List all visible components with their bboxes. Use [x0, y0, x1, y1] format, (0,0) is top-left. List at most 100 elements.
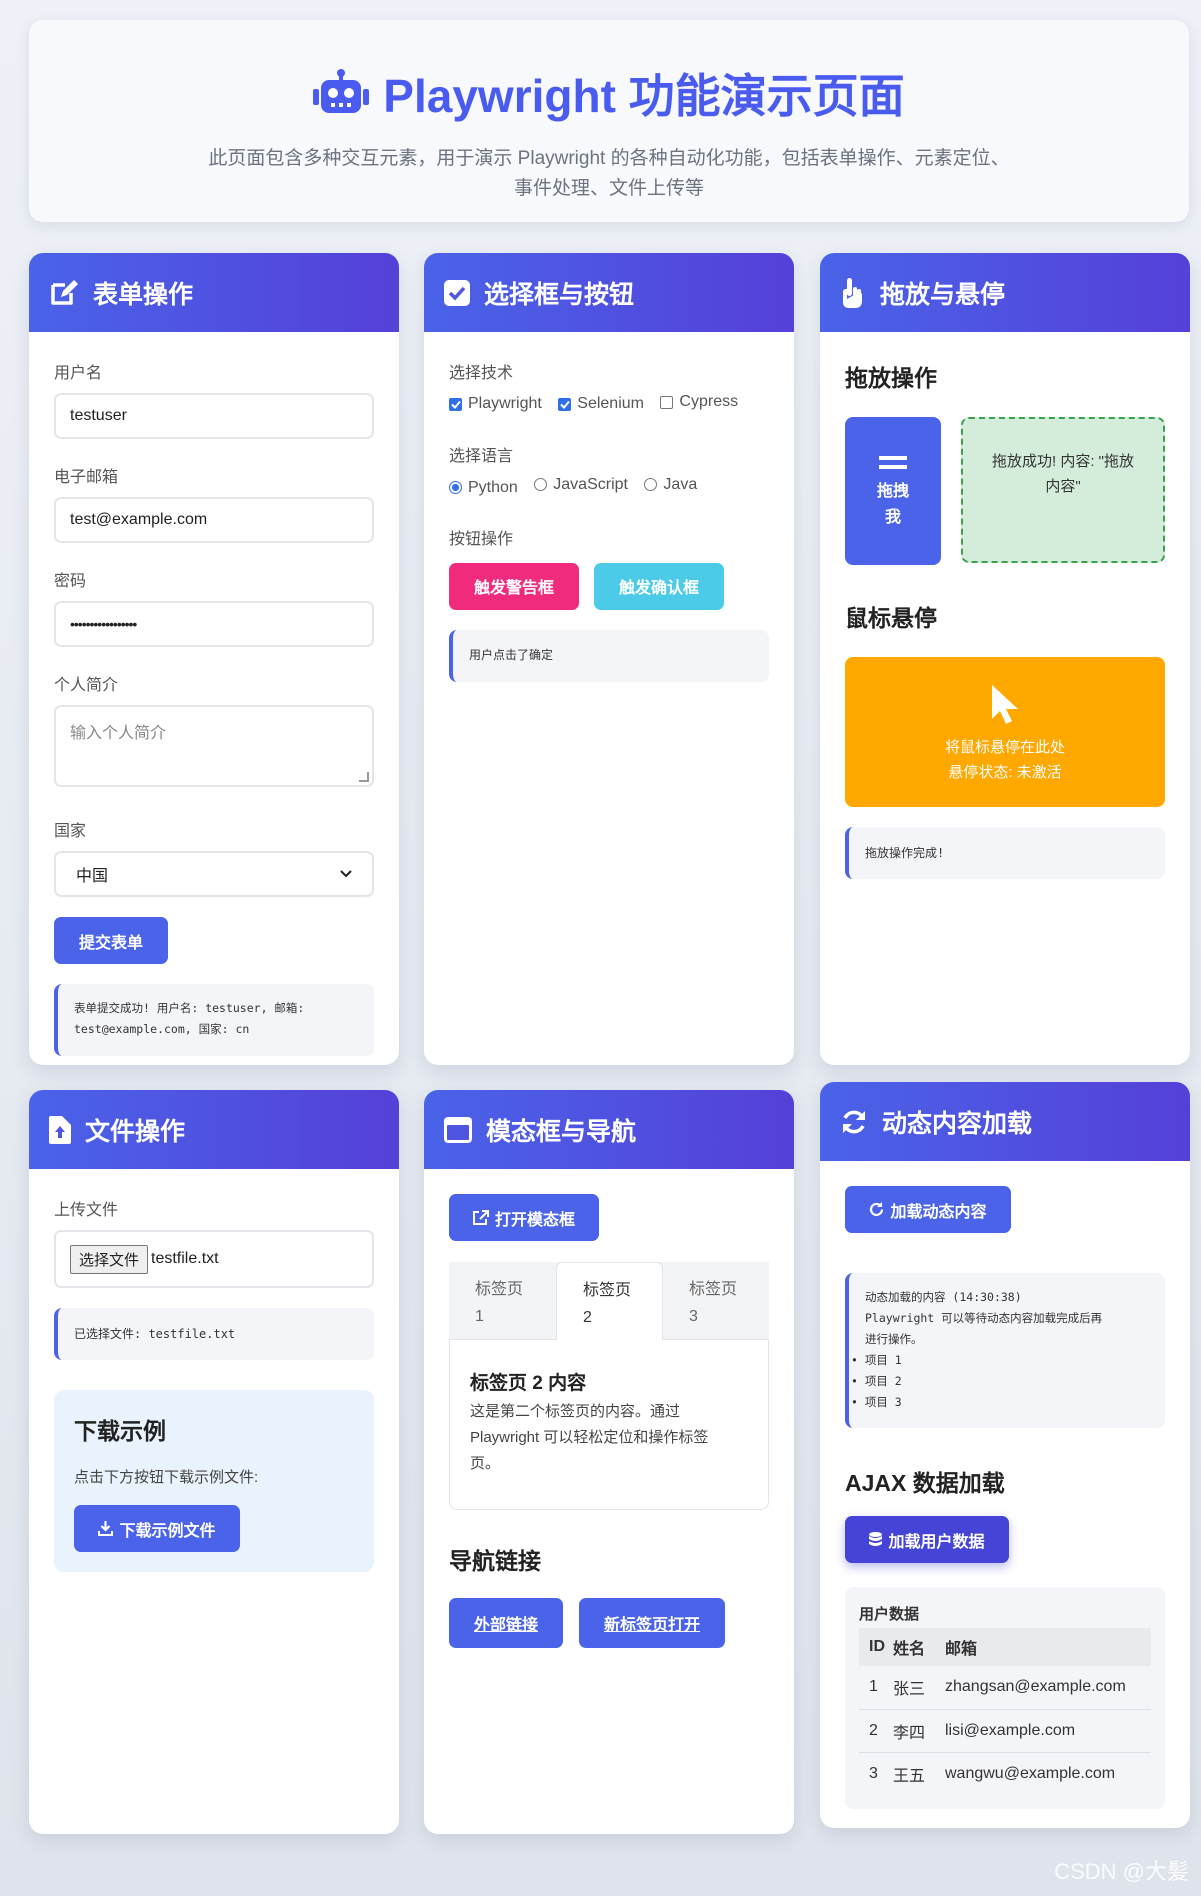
chevron-down-icon	[340, 870, 352, 878]
database-icon	[869, 1532, 883, 1546]
dynamic-card-header: 动态内容加载	[820, 1082, 1190, 1161]
modal-card-header: 模态框与导航	[424, 1090, 794, 1169]
table-cell: 张三	[893, 1681, 926, 1699]
tab-2[interactable]: 标签页 2	[556, 1262, 663, 1340]
file-card-title: 文件操作	[85, 1117, 186, 1146]
bio-textarea[interactable]: 输入个人简介	[54, 705, 374, 787]
form-card-header: 表单操作	[29, 253, 399, 332]
tab-3[interactable]: 标签页 3	[663, 1262, 769, 1340]
tab-1-number: 1	[475, 1308, 484, 1325]
file-selected-log: 已选择文件: testfile.txt	[54, 1308, 374, 1360]
form-result-line2: test@example.com, 国家: cn	[74, 1022, 250, 1036]
column-header: 姓名	[893, 1641, 926, 1658]
table-cell: 李四	[893, 1724, 926, 1742]
window-icon	[444, 1116, 472, 1143]
choose-file-button[interactable]: 选择文件	[70, 1244, 149, 1274]
tech-label-playwright: Playwright	[468, 395, 542, 412]
bio-label: 个人简介	[54, 677, 119, 694]
checkbox-unchecked-icon[interactable]	[660, 395, 674, 409]
form-result-line1: 表单提交成功! 用户名: testuser, 邮箱:	[74, 1001, 305, 1015]
page-title-row: Playwright 功能演示页面	[29, 60, 1189, 126]
submit-form-button[interactable]: 提交表单	[54, 917, 168, 964]
user-table-title: 用户数据	[859, 1606, 920, 1623]
download-example-button[interactable]: 下载示例文件	[74, 1505, 240, 1552]
load-dynamic-label: 加载动态内容	[890, 1203, 987, 1221]
dynamic-content-box: 动态加载的内容 (14:30:38) Playwright 可以等待动态内容加载…	[845, 1273, 1165, 1428]
chosen-file-name: testfile.txt	[151, 1250, 219, 1267]
draggable-item[interactable]: 拖拽 我	[845, 417, 941, 565]
tech-checkbox-playwright[interactable]: Playwright	[449, 395, 542, 413]
lang-label-python: Python	[468, 478, 518, 496]
button-result-log: 用户点击了确定	[449, 629, 769, 682]
nav-heading: 导航链接	[449, 1548, 541, 1574]
column-header: 邮箱	[945, 1641, 978, 1658]
page-title: Playwright 功能演示页面	[383, 70, 905, 122]
buttons-label: 按钮操作	[449, 530, 514, 548]
edit-icon	[51, 279, 78, 305]
radio-unchecked-icon[interactable]	[644, 478, 658, 491]
lang-radio-java[interactable]: Java	[644, 476, 697, 494]
country-label: 国家	[54, 823, 87, 840]
username-input[interactable]: testuser	[54, 393, 374, 439]
file-input[interactable]: 选择文件 testfile.txt	[54, 1230, 374, 1288]
refresh-icon	[843, 1110, 865, 1133]
load-users-button[interactable]: 加载用户数据	[845, 1516, 1009, 1563]
bio-placeholder: 输入个人简介	[70, 725, 167, 742]
dynamic-list: • 项目 1 • 项目 2 • 项目 3	[851, 1350, 1151, 1413]
table-header-row: ID 姓名 邮箱	[859, 1628, 1151, 1666]
watermark: CSDN @大髪	[1054, 1859, 1189, 1884]
external-link[interactable]: 外部链接	[449, 1598, 563, 1648]
tech-checkbox-selenium[interactable]: Selenium	[558, 395, 644, 413]
form-card-title: 表单操作	[93, 280, 194, 309]
table-cell: 2	[869, 1721, 878, 1739]
tech-checkbox-group: Playwright Selenium Cypress	[449, 393, 769, 414]
table-cell: lisi@example.com	[945, 1721, 1076, 1739]
list-item: • 项目 2	[851, 1374, 902, 1388]
radio-checked-icon[interactable]	[449, 481, 462, 494]
checkbox-checked-icon[interactable]	[449, 397, 462, 411]
tab-bar: 标签页 1 标签页 2 标签页 3	[449, 1262, 769, 1340]
hover-line1: 将鼠标悬停在此处	[944, 739, 1065, 756]
open-modal-button[interactable]: 打开模态框	[449, 1194, 599, 1241]
select-card-header: 选择框与按钮	[424, 253, 794, 332]
password-input[interactable]: •••••••••••••••••	[54, 601, 374, 647]
drop-zone[interactable]: 拖放成功! 内容: "拖放内容"	[961, 417, 1165, 563]
country-selected-value: 中国	[76, 868, 109, 885]
open-modal-label: 打开模态框	[494, 1211, 575, 1229]
hover-target[interactable]: 将鼠标悬停在此处 悬停状态: 未激活	[845, 657, 1165, 807]
load-users-label: 加载用户数据	[888, 1533, 985, 1551]
checkbox-checked-icon[interactable]	[558, 397, 572, 411]
email-input[interactable]: test@example.com	[54, 497, 374, 543]
download-icon	[98, 1521, 114, 1536]
lang-radio-python[interactable]: Python	[449, 479, 518, 497]
ajax-heading: AJAX 数据加载	[845, 1470, 1005, 1496]
external-link-icon	[472, 1209, 489, 1225]
tab-1[interactable]: 标签页 1	[449, 1262, 556, 1340]
select-card: 选择框与按钮 选择技术 Playwright Selenium Cypress …	[424, 253, 794, 1065]
file-card: 文件操作 上传文件 选择文件 testfile.txt 已选择文件: testf…	[29, 1090, 399, 1834]
country-select[interactable]: 中国	[54, 851, 374, 897]
dynamic-card-title: 动态内容加载	[882, 1109, 1033, 1138]
modal-card: 模态框与导航 打开模态框 标签页 1 标签页 2 标签页 3 标签页 2 内容 …	[424, 1090, 794, 1834]
load-dynamic-button[interactable]: 加载动态内容	[845, 1186, 1011, 1233]
username-label: 用户名	[54, 365, 103, 382]
lang-radio-javascript[interactable]: JavaScript	[534, 476, 628, 494]
new-tab-link[interactable]: 新标签页打开	[579, 1598, 725, 1648]
tab-content-text: 这是第二个标签页的内容。通过 Playwright 可以轻松定位和操作标签 页。	[470, 1399, 748, 1477]
robot-icon	[313, 69, 370, 113]
table-row: 2 李四 lisi@example.com	[859, 1709, 1151, 1752]
drag-area: 拖拽 我 拖放成功! 内容: "拖放内容"	[845, 417, 1165, 565]
resize-grip-icon[interactable]	[359, 772, 369, 782]
radio-unchecked-icon[interactable]	[534, 478, 548, 491]
tech-checkbox-cypress[interactable]: Cypress	[660, 393, 738, 411]
trigger-confirm-button[interactable]: 触发确认框	[594, 562, 724, 610]
trigger-alert-button[interactable]: 触发警告框	[449, 562, 579, 610]
table-cell: wangwu@example.com	[945, 1764, 1116, 1782]
drag-result-log: 拖放操作完成!	[845, 827, 1165, 879]
file-upload-icon	[49, 1115, 71, 1144]
lang-label-java: Java	[663, 475, 698, 493]
tech-label-selenium: Selenium	[577, 395, 644, 412]
table-row: 1 张三 zhangsan@example.com	[859, 1666, 1151, 1709]
drop-zone-text: 拖放成功! 内容: "拖放内容"	[992, 453, 1134, 495]
drag-card-header: 拖放与悬停	[820, 253, 1190, 332]
